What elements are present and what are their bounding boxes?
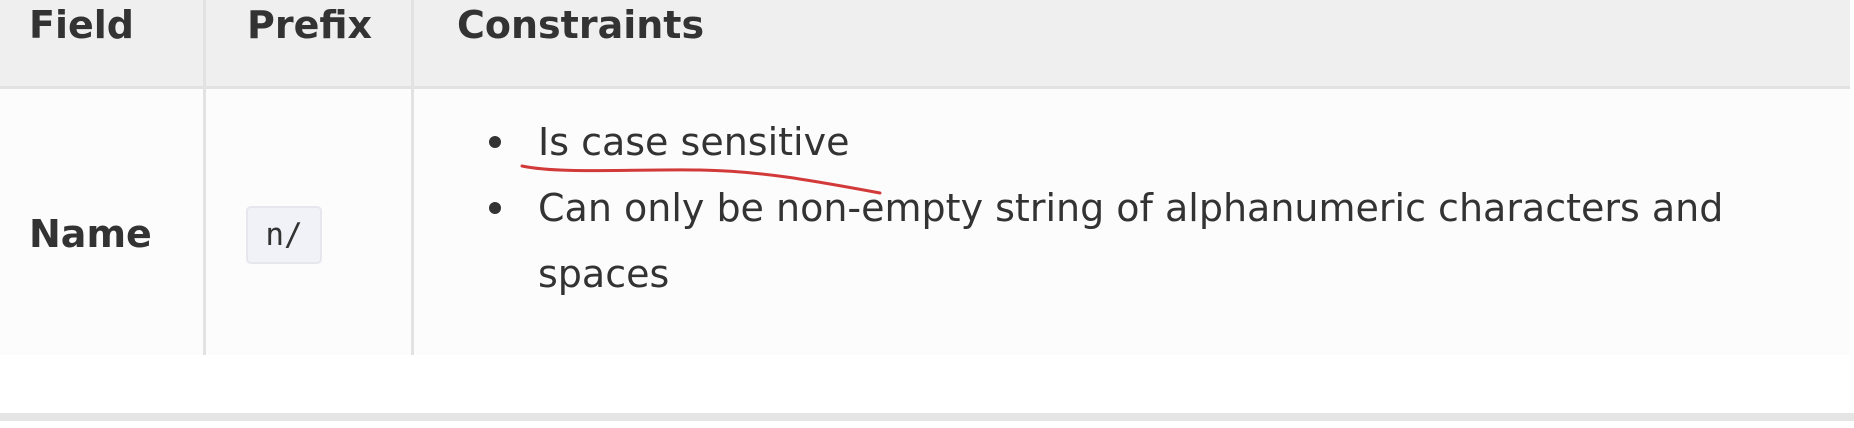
table-header-row: Field Prefix Constraints xyxy=(0,0,1850,89)
header-constraints: Constraints xyxy=(457,3,705,47)
column-divider xyxy=(411,0,414,355)
table-row: Name n/ Is case sensitive Can only be no… xyxy=(0,89,1850,355)
red-underline-annotation xyxy=(520,164,882,195)
field-name-cell: Name xyxy=(29,212,152,256)
footer-bar xyxy=(0,413,1854,421)
header-field: Field xyxy=(29,3,134,47)
page: Field Prefix Constraints Name n/ Is case… xyxy=(0,0,1854,428)
bullet-icon xyxy=(489,136,501,148)
bullet-icon xyxy=(489,202,501,214)
column-divider xyxy=(203,0,206,355)
prefix-code: n/ xyxy=(246,206,322,264)
header-prefix: Prefix xyxy=(247,3,373,47)
fields-table: Field Prefix Constraints Name n/ Is case… xyxy=(0,0,1850,355)
